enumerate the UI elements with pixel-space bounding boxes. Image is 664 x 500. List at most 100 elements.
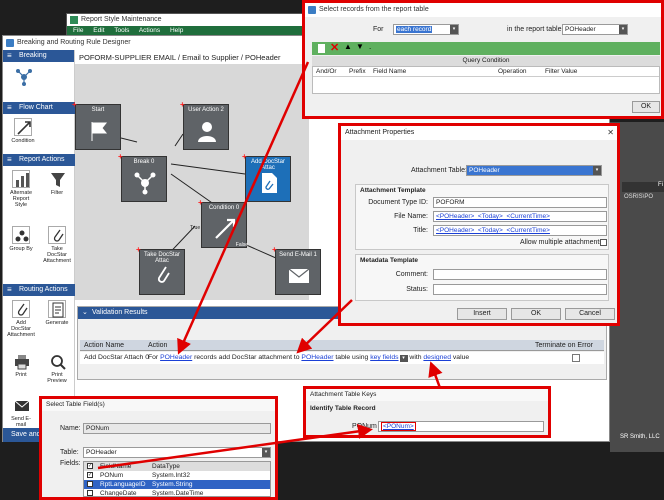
send-email-label: Send E-mail: [11, 416, 31, 428]
col-filter-value: Filter Value: [545, 68, 578, 75]
attachment-properties-dialog: Attachment Properties ✕ Attachment Table…: [338, 123, 620, 326]
node-user-action-label: User Action 2: [188, 107, 224, 113]
row-datatype: System.DateTime: [152, 490, 204, 497]
sidebar-item-breaking[interactable]: [9, 67, 37, 87]
app-icon: [70, 16, 78, 24]
report-table-value: POHeader: [565, 26, 596, 33]
node-break[interactable]: + Break 0: [118, 152, 167, 202]
flowchart-canvas[interactable]: + Start + User Action 2 + Break 0 + Add …: [72, 64, 321, 300]
report-table-select[interactable]: POHeader ▾: [562, 24, 628, 35]
delete-x-icon[interactable]: ✕: [330, 41, 339, 54]
sidebar-item-add-docstar[interactable]: Add DocStar Attachment: [7, 300, 35, 338]
field-name-label: Name:: [60, 425, 81, 432]
filter-icon: [48, 170, 66, 188]
attachment-table-value: POHeader: [469, 167, 500, 174]
node-start[interactable]: + Start: [72, 100, 121, 150]
sidebar-routing-actions-header[interactable]: Routing Actions: [3, 284, 75, 296]
menu-file[interactable]: File: [73, 27, 83, 34]
menu-edit[interactable]: Edit: [93, 27, 104, 34]
for-table-link[interactable]: POHeader: [160, 354, 192, 361]
field-name-input[interactable]: PONum: [83, 423, 271, 434]
designed-link[interactable]: designed: [423, 354, 451, 361]
header-checkbox[interactable]: ✓: [87, 463, 93, 469]
terminate-checkbox[interactable]: [572, 354, 580, 362]
node-condition[interactable]: + Condition 0 True False: [190, 198, 248, 248]
ponum-key-input[interactable]: <PONum>: [378, 421, 544, 432]
row-checkbox-checked[interactable]: ✓: [87, 472, 93, 478]
sidebar-breaking-header[interactable]: Breaking: [3, 50, 74, 62]
key-fields-link[interactable]: key fields: [370, 354, 398, 361]
status-label: Status:: [406, 286, 428, 293]
node-take-docstar[interactable]: + Take DocStar Attac: [136, 245, 185, 295]
breaking-icon: [14, 67, 32, 86]
menu-tools[interactable]: Tools: [114, 27, 129, 34]
true-label: True: [190, 225, 201, 231]
report-style-icon: [12, 170, 30, 188]
sidebar-flowchart-header[interactable]: Flow Chart: [3, 102, 75, 114]
sidebar-item-print-preview[interactable]: Print Preview: [43, 352, 71, 384]
table-row[interactable]: ChangeDate System.DateTime: [84, 489, 270, 497]
new-doc-icon[interactable]: [318, 44, 325, 53]
attachment-cancel-button[interactable]: Cancel: [565, 308, 615, 320]
generate-icon: [48, 300, 66, 318]
select-fields-titlebar: Select Table Field(s): [42, 399, 275, 411]
sidebar-item-filter[interactable]: Filter: [43, 170, 71, 196]
comment-label: Comment:: [395, 271, 428, 278]
attachment-table-select[interactable]: POHeader ▾: [466, 165, 602, 176]
sidebar-item-alternate-report-style[interactable]: Alternate Report Style: [7, 170, 35, 208]
node-user-action[interactable]: + User Action 2: [180, 100, 229, 150]
dot-icon: .: [369, 42, 372, 51]
table-select[interactable]: POHeader ▾: [83, 447, 271, 458]
printer-icon: [12, 352, 30, 370]
comment-input[interactable]: [433, 269, 607, 280]
close-icon[interactable]: ✕: [607, 126, 614, 140]
for-select-value: each record: [396, 26, 433, 33]
fields-grid[interactable]: ✓ FieldName DataType ✓ PONum System.Int3…: [83, 461, 271, 497]
insert-button[interactable]: Insert: [457, 308, 507, 320]
node-add-docstar[interactable]: + Add DocStar Attac: [242, 152, 291, 202]
generate-label: Generate: [45, 320, 69, 326]
report-style-title: Report Style Maintenance: [81, 16, 162, 23]
node-start-label: Start: [91, 107, 105, 113]
sidebar-item-take-docstar[interactable]: Take DocStar Attachment: [43, 226, 71, 264]
sidebar-item-send-email[interactable]: Send E-mail: [7, 396, 35, 428]
sidebar-item-group-by[interactable]: Group By: [7, 226, 35, 252]
add-attachment-icon: [12, 300, 30, 318]
query-grid[interactable]: And/Or Prefix Field Name Operation Filte…: [312, 66, 660, 94]
row-checkbox[interactable]: [87, 481, 93, 487]
break-icon: [134, 172, 156, 195]
move-down-icon[interactable]: ▼: [356, 42, 364, 51]
select-records-app-icon: [308, 6, 316, 14]
table-keys-title: Attachment Table Keys: [310, 391, 377, 398]
attachment-template-section: Attachment Template Document Type ID: PO…: [355, 184, 609, 250]
false-label: False: [235, 242, 248, 248]
title-input[interactable]: <POHeader>_<Today>_<CurrentTime>: [433, 225, 607, 236]
select-records-ok-button[interactable]: OK: [632, 101, 660, 113]
metadata-template-section: Metadata Template Comment: Status:: [355, 254, 609, 301]
print-preview-label: Print Preview: [47, 372, 67, 384]
attachment-ok-button[interactable]: OK: [511, 308, 561, 320]
menu-actions[interactable]: Actions: [139, 27, 160, 34]
row-action-description: For POHeader records add DocStar attachm…: [148, 352, 469, 364]
node-send-email[interactable]: + Send E-Mail 1: [272, 245, 321, 295]
row-checkbox[interactable]: [87, 490, 93, 496]
table-row[interactable]: RptLanguageID System.String: [84, 480, 270, 489]
menu-help[interactable]: Help: [170, 27, 183, 34]
sidebar-report-actions-header[interactable]: Report Actions: [3, 154, 75, 166]
table-row[interactable]: Add DocStar Attach 0 For POHeader record…: [80, 352, 604, 364]
file-name-input[interactable]: <POHeader>_<Today>_<CurrentTime>: [433, 211, 607, 222]
status-input[interactable]: [433, 284, 607, 295]
sidebar-item-generate[interactable]: Generate: [43, 300, 71, 326]
attach-table-link[interactable]: POHeader: [301, 354, 333, 361]
sidebar-item-condition[interactable]: Condition: [9, 118, 37, 144]
move-up-icon[interactable]: ▲: [344, 42, 352, 51]
col-datatype: DataType: [152, 463, 180, 470]
for-select[interactable]: each record ▾: [393, 24, 459, 35]
key-fields-dropdown-icon[interactable]: ▾: [399, 355, 408, 362]
query-condition-title: Query Condition: [312, 56, 660, 66]
allow-multiple-checkbox[interactable]: [600, 239, 607, 246]
doc-type-input[interactable]: POFORM: [433, 197, 607, 208]
table-row[interactable]: ✓ PONum System.Int32: [84, 471, 270, 480]
row-text-3: table using: [333, 354, 371, 361]
sidebar-item-print[interactable]: Print: [7, 352, 35, 378]
